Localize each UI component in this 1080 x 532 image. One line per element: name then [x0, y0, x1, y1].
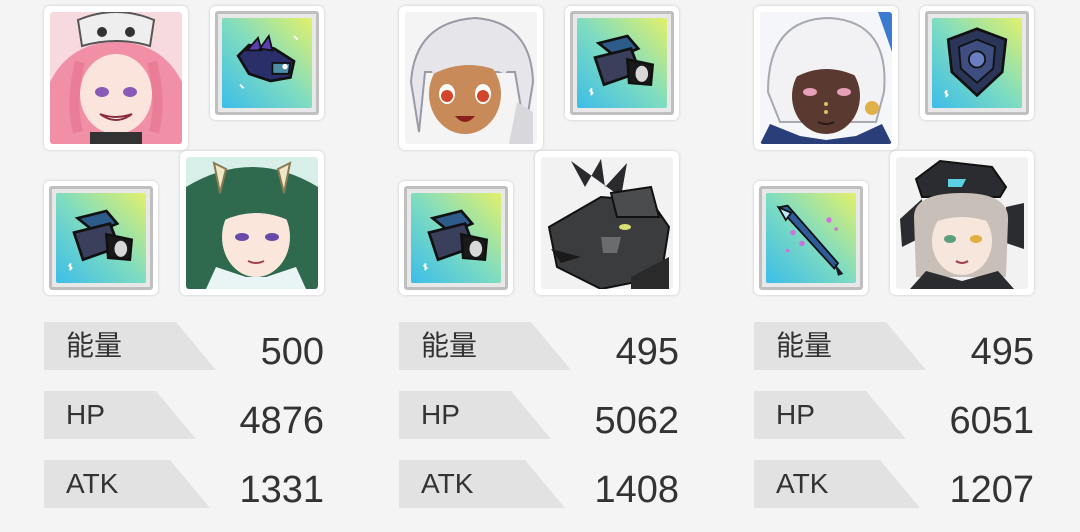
stat-value: 5062 [594, 400, 679, 442]
white-hair-dark-skin-character-portrait [760, 12, 892, 144]
stat-label: HP [66, 399, 105, 430]
stat-row-hp: HP 4876 [44, 391, 324, 442]
equipment-item-card[interactable] [399, 181, 513, 295]
stat-label: 能量 [66, 330, 123, 361]
character-portrait-card[interactable] [44, 6, 188, 150]
equipment-item-card[interactable] [44, 181, 158, 295]
stat-row-atk: ATK 1331 [44, 460, 324, 511]
blue-arm-cannon-item-icon [56, 193, 146, 283]
character-portrait-card[interactable] [754, 6, 898, 150]
stat-row-hp: HP 6051 [754, 391, 1034, 442]
pink-hair-skull-hat-character-portrait [50, 12, 182, 144]
team-column-2: 能量 495 HP 5062 ATK 1408 [399, 0, 699, 532]
stat-label: ATK [776, 468, 829, 499]
stat-label: 能量 [776, 330, 833, 361]
stat-value: 500 [260, 331, 324, 373]
stat-row-atk: ATK 1408 [399, 460, 679, 511]
stat-label: HP [776, 399, 815, 430]
equipment-item-card[interactable] [565, 6, 679, 120]
stat-row-energy: 能量 500 [44, 322, 324, 373]
item-frame [925, 11, 1029, 115]
stat-row-hp: HP 5062 [399, 391, 679, 442]
stat-value: 1331 [239, 469, 324, 511]
grey-hair-cat-ear-headset-character-portrait [896, 157, 1028, 289]
item-frame [404, 186, 508, 290]
stat-value: 495 [615, 331, 679, 373]
stat-value: 495 [970, 331, 1034, 373]
equipment-item-card[interactable] [920, 6, 1034, 120]
stat-row-atk: ATK 1207 [754, 460, 1034, 511]
character-portrait-card[interactable] [890, 151, 1034, 295]
black-dragon-character-portrait [541, 157, 673, 289]
stat-value: 6051 [949, 400, 1034, 442]
stat-label: HP [421, 399, 460, 430]
team-column-1: 能量 500 HP 4876 ATK 1331 [44, 0, 344, 532]
white-hair-tan-girl-character-portrait [405, 12, 537, 144]
stat-value: 4876 [239, 400, 324, 442]
item-frame [49, 186, 153, 290]
equipment-item-card[interactable] [754, 181, 868, 295]
stat-label: 能量 [421, 330, 478, 361]
stat-value: 1207 [949, 469, 1034, 511]
item-frame [215, 11, 319, 115]
dark-shield-item-icon [932, 18, 1022, 108]
stat-row-energy: 能量 495 [754, 322, 1034, 373]
stat-label: ATK [66, 468, 119, 499]
blue-arm-cannon-item-icon [411, 193, 501, 283]
green-hair-horned-character-portrait [186, 157, 318, 289]
stat-row-energy: 能量 495 [399, 322, 679, 373]
stat-value: 1408 [594, 469, 679, 511]
item-frame [570, 11, 674, 115]
blue-arm-cannon-item-icon [577, 18, 667, 108]
ice-spear-item-icon [766, 193, 856, 283]
stat-label: ATK [421, 468, 474, 499]
character-portrait-card[interactable] [399, 6, 543, 150]
character-portrait-card[interactable] [535, 151, 679, 295]
team-column-3: 能量 495 HP 6051 ATK 1207 [754, 0, 1054, 532]
character-portrait-card[interactable] [180, 151, 324, 295]
purple-fish-item-icon [222, 18, 312, 108]
equipment-item-card[interactable] [210, 6, 324, 120]
item-frame [759, 186, 863, 290]
